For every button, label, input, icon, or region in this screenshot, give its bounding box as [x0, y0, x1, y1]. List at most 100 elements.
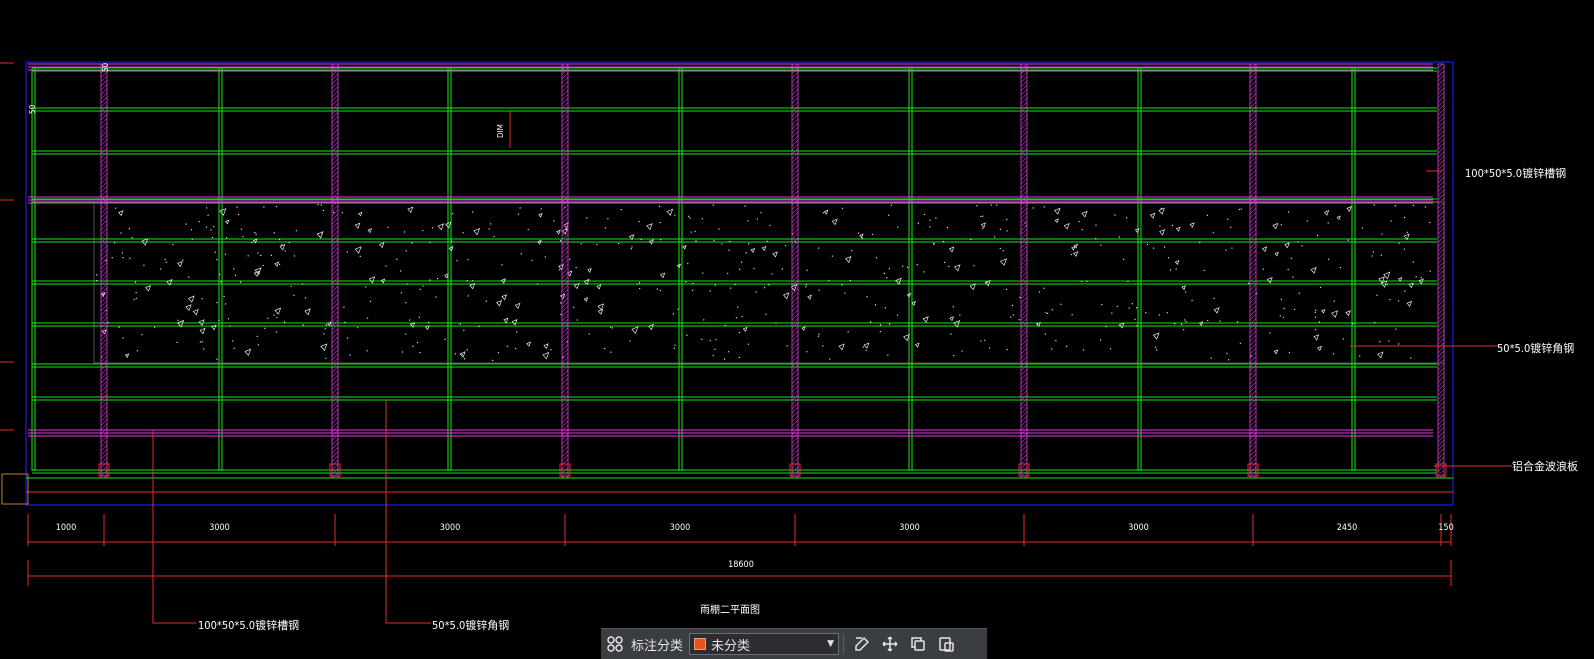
- cad-drawing-canvas[interactable]: 100*50*5.0镀锌槽钢 50*5.0镀锌角钢 铝合金波浪板 100*50*…: [0, 0, 1594, 659]
- concrete-aggregate: [954, 264, 961, 272]
- concrete-speck: [1226, 352, 1228, 355]
- concrete-speck: [692, 282, 694, 285]
- concrete-speck: [712, 354, 714, 357]
- concrete-aggregate: [782, 292, 790, 300]
- concrete-aggregate: [742, 326, 748, 333]
- concrete-speck: [740, 261, 743, 263]
- channel-beams: [28, 63, 1447, 479]
- concrete-speck: [240, 228, 243, 230]
- concrete-speck: [1298, 292, 1300, 294]
- concrete-speck: [1047, 312, 1049, 315]
- concrete-outline: [93, 201, 1445, 364]
- concrete-speck: [629, 340, 631, 342]
- toolbar-divider: [843, 634, 845, 654]
- concrete-speck: [201, 298, 203, 300]
- concrete-speck: [768, 284, 770, 286]
- concrete-speck: [190, 229, 193, 231]
- concrete-speck: [923, 271, 925, 273]
- concrete-speck: [1185, 321, 1187, 323]
- concrete-speck: [640, 238, 642, 241]
- concrete-speck: [888, 268, 890, 270]
- grid-icon[interactable]: [601, 630, 629, 658]
- concrete-speck: [399, 270, 402, 272]
- annotation-category-select[interactable]: 未分类 ▼: [689, 633, 840, 655]
- concrete-speck: [1429, 270, 1431, 272]
- concrete-speck: [1395, 328, 1397, 330]
- edit-icon[interactable]: [848, 630, 876, 658]
- concrete-speck: [1191, 299, 1193, 302]
- concrete-aggregate: [543, 343, 549, 350]
- concrete-speck: [349, 354, 351, 356]
- concrete-speck: [999, 228, 1001, 230]
- concrete-speck: [1373, 321, 1376, 324]
- concrete-speck: [387, 226, 389, 228]
- concrete-speck: [251, 242, 253, 244]
- annotation-toolbar: 标注分类 未分类 ▼: [601, 628, 987, 659]
- concrete-speck: [1155, 349, 1158, 351]
- concrete-speck: [1283, 307, 1285, 310]
- concrete-speck: [1146, 243, 1149, 246]
- concrete-speck: [1184, 291, 1187, 293]
- concrete-aggregate: [845, 256, 852, 264]
- concrete-speck: [1126, 217, 1128, 219]
- concrete-aggregate: [648, 323, 654, 331]
- move-icon[interactable]: [876, 630, 904, 658]
- concrete-speck: [702, 272, 704, 274]
- concrete-speck: [422, 285, 424, 287]
- concrete-aggregate: [914, 342, 920, 348]
- concrete-speck: [501, 264, 503, 266]
- concrete-speck: [765, 313, 767, 315]
- concrete-aggregate: [118, 210, 124, 217]
- concrete-speck: [1290, 257, 1292, 259]
- vertical-dim-label-b: 50: [28, 104, 37, 114]
- concrete-speck: [959, 314, 961, 316]
- concrete-speck: [1184, 319, 1186, 321]
- concrete-speck: [1095, 238, 1097, 240]
- concrete-speck: [929, 226, 931, 228]
- concrete-speck: [1279, 315, 1281, 317]
- concrete-speck: [861, 237, 864, 239]
- dimension-lines: [0, 62, 1452, 586]
- concrete-speck: [737, 306, 739, 308]
- concrete-speck: [188, 276, 190, 278]
- concrete-speck: [786, 345, 788, 347]
- concrete-speck: [283, 321, 286, 323]
- concrete-speck: [260, 254, 262, 257]
- concrete-speck: [946, 226, 949, 229]
- concrete-speck: [1227, 359, 1230, 361]
- concrete-speck: [216, 259, 218, 261]
- concrete-speck: [883, 272, 886, 275]
- concrete-speck: [831, 255, 833, 257]
- copy-icon[interactable]: [904, 630, 932, 658]
- concrete-speck: [237, 213, 240, 216]
- concrete-speck: [896, 314, 899, 316]
- concrete-speck: [709, 340, 711, 342]
- concrete-speck: [658, 205, 661, 208]
- concrete-speck: [695, 240, 697, 242]
- concrete-speck: [293, 255, 296, 257]
- concrete-speck: [1158, 314, 1160, 316]
- concrete-aggregate: [367, 228, 373, 234]
- concrete-speck: [1394, 205, 1397, 207]
- concrete-speck: [1051, 309, 1053, 311]
- concrete-speck: [901, 265, 904, 267]
- concrete-speck: [1210, 357, 1212, 359]
- concrete-speck: [738, 331, 740, 334]
- concrete-speck: [96, 274, 98, 276]
- concrete-speck: [580, 243, 582, 245]
- concrete-speck: [405, 301, 407, 304]
- concrete-aggregate: [1345, 310, 1351, 317]
- concrete-speck: [917, 222, 919, 224]
- concrete-aggregate: [1274, 251, 1279, 257]
- concrete-speck: [216, 358, 218, 360]
- concrete-aggregate: [437, 223, 445, 231]
- concrete-speck: [1373, 204, 1375, 206]
- concrete-speck: [718, 228, 720, 230]
- concrete-speck: [724, 324, 726, 327]
- paste-icon[interactable]: [932, 630, 960, 658]
- concrete-speck: [611, 327, 613, 329]
- concrete-aggregate: [1181, 285, 1187, 291]
- concrete-speck: [822, 212, 824, 214]
- concrete-speck: [994, 236, 996, 238]
- concrete-speck: [728, 249, 730, 251]
